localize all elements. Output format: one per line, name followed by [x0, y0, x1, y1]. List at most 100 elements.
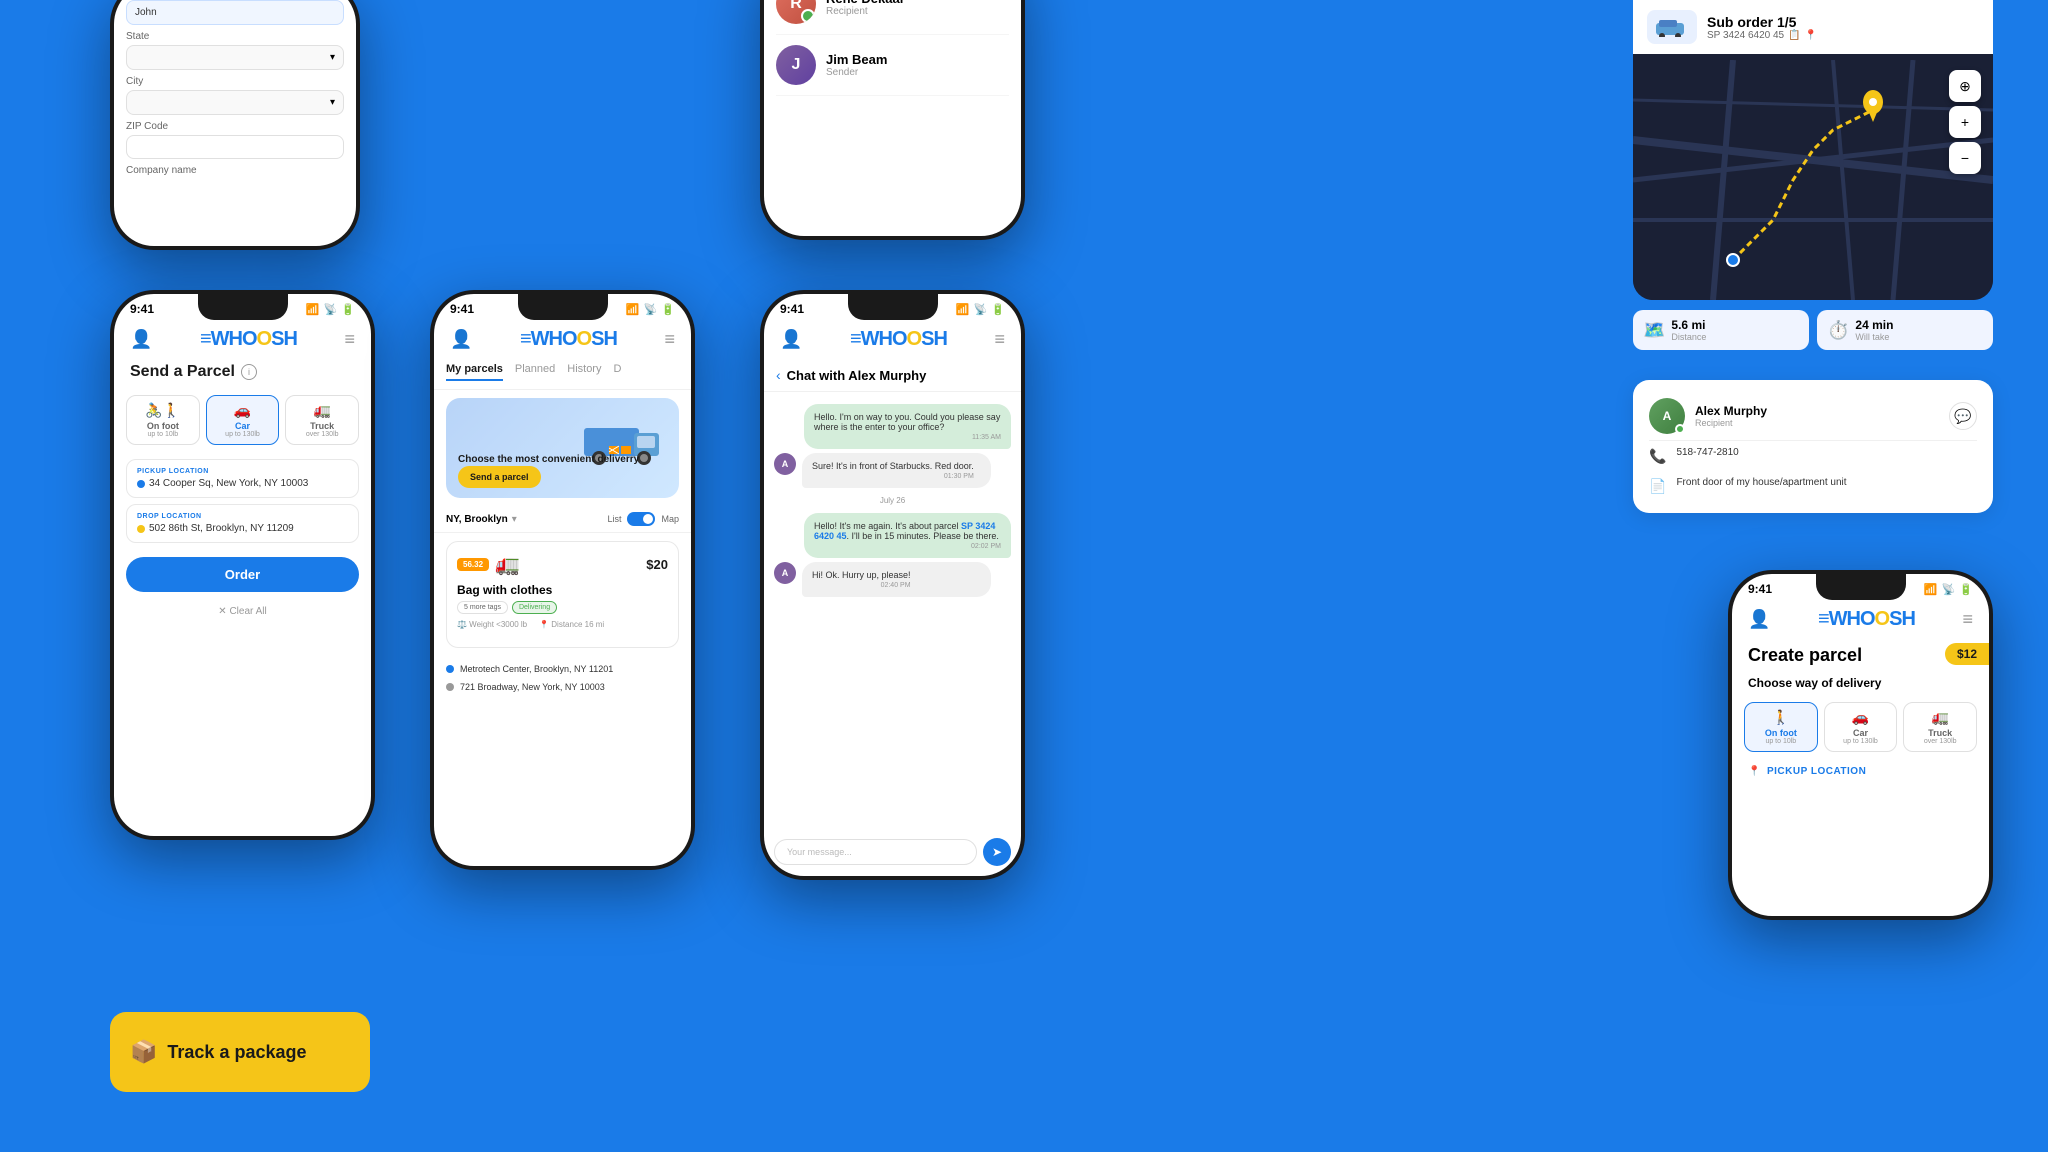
app-header-phone6: 👤 ≡WHOOSH ≡ [1732, 600, 1989, 639]
sub-order-title: Sub order 1/5 [1707, 14, 1817, 30]
filter-view: List Map [607, 512, 679, 526]
truck-btn-phone6[interactable]: 🚛 Truck over 130lb [1903, 702, 1977, 752]
truck-sub-phone6: over 130lb [1908, 738, 1972, 745]
filter-location: NY, Brooklyn [446, 514, 508, 525]
location-item-2: 721 Broadway, New York, NY 10003 [446, 678, 679, 696]
menu-icon-phone2[interactable]: ≡ [344, 329, 355, 350]
tab-d[interactable]: D [613, 363, 621, 381]
people-list: R Rene Dekaar Recipient J Jim Beam Sende… [764, 0, 1021, 104]
notch-phone3 [518, 294, 608, 320]
view-toggle[interactable] [627, 512, 655, 526]
tab-planned[interactable]: Planned [515, 363, 555, 381]
foot-icon: 🚴🚶 [131, 402, 195, 419]
time-box: ⏱️ 24 min Will take [1817, 310, 1993, 350]
first-name-input[interactable]: John [126, 0, 344, 25]
contact-row: A Alex Murphy Recipient 💬 [1649, 392, 1977, 441]
parcel-meta: ⚖️ Weight <3000 lb 📍 Distance 16 mi [457, 620, 668, 629]
online-indicator [1675, 424, 1685, 434]
foot-btn-phone6[interactable]: 🚶 On foot up to 10lb [1744, 702, 1818, 752]
foot-icon-phone6: 🚶 [1749, 709, 1813, 726]
avatar-received-2: A [774, 562, 796, 584]
zip-label: ZIP Code [126, 121, 344, 132]
logo-phone5: ≡WHOOSH [850, 328, 947, 351]
msg-text-1: Hello. I'm on way to you. Could you plea… [814, 412, 1000, 432]
delivery-car-btn[interactable]: 🚗 Car up to 130lb [206, 395, 280, 445]
state-label: State [126, 31, 344, 42]
message-input[interactable]: Your message... [774, 839, 977, 865]
distance-panel: 🗺️ 5.6 mi Distance ⏱️ 24 min Will take [1633, 310, 1993, 362]
back-btn[interactable]: ‹ [776, 367, 781, 383]
clear-all[interactable]: ✕ Clear All [114, 600, 371, 623]
location-list: Metrotech Center, Brooklyn, NY 11201 721… [434, 656, 691, 700]
profile-icon-phone6[interactable]: 👤 [1748, 609, 1770, 630]
track-banner[interactable]: 📦 Track a package [110, 1012, 370, 1092]
locate-btn[interactable]: ⊕ [1949, 70, 1981, 102]
contact-avatar: A [1649, 398, 1685, 434]
profile-icon-phone2[interactable]: 👤 [130, 329, 152, 350]
location-pin-icon[interactable]: 📍 [1805, 30, 1817, 41]
order-id-text: SP 3424 6420 45 [1707, 30, 1784, 41]
loc-dot-2 [446, 683, 454, 691]
foot-sub: up to 10lb [131, 431, 195, 438]
parcel-link[interactable]: SP 3424 6420 45 [814, 521, 995, 541]
profile-icon-phone3[interactable]: 👤 [450, 329, 472, 350]
send-parcel-title: Send a Parcel [130, 363, 235, 381]
menu-icon-phone5[interactable]: ≡ [994, 329, 1005, 350]
send-button[interactable]: ➤ [983, 838, 1011, 866]
msg-text-received-2: Hi! Ok. Hurry up, please! [812, 570, 911, 580]
location-text-1: Metrotech Center, Brooklyn, NY 11201 [460, 664, 613, 674]
delivery-foot-btn[interactable]: 🚴🚶 On foot up to 10lb [126, 395, 200, 445]
sub-order-header: Sub order 1/5 SP 3424 6420 45 📋 📍 [1633, 0, 1993, 54]
order-id: SP 3424 6420 45 📋 📍 [1707, 30, 1817, 41]
notch-phone6 [1816, 574, 1906, 600]
menu-icon-phone3[interactable]: ≡ [664, 329, 675, 350]
truck-label: Truck [290, 421, 354, 431]
parcel-id: 56.32 [457, 558, 489, 571]
city-label: City [126, 76, 344, 87]
tag-delivering: Delivering [512, 601, 557, 614]
profile-icon-phone5[interactable]: 👤 [780, 329, 802, 350]
status-icons-phone3: 📶📡🔋 [626, 303, 675, 316]
time-phone5: 9:41 [780, 302, 804, 316]
clear-all-text: Clear All [229, 606, 266, 617]
tab-my-parcels[interactable]: My parcels [446, 363, 503, 381]
app-header-phone2: 👤 ≡WHOOSH ≡ [114, 320, 371, 359]
pickup-dot [137, 480, 145, 488]
msg-sent-1: Hello. I'm on way to you. Could you plea… [804, 404, 1011, 449]
menu-icon-phone6[interactable]: ≡ [1962, 609, 1973, 630]
order-button[interactable]: Order [126, 557, 359, 592]
car-btn-phone6[interactable]: 🚗 Car up to 130lb [1824, 702, 1898, 752]
location-item-1: Metrotech Center, Brooklyn, NY 11201 [446, 660, 679, 678]
avatar-rene: R [776, 0, 816, 24]
zoom-out-btn[interactable]: − [1949, 142, 1981, 174]
logo-phone2: ≡WHOOSH [200, 328, 297, 351]
chat-icon[interactable]: 💬 [1949, 402, 1977, 430]
zip-input[interactable] [126, 135, 344, 159]
distance-meta: 📍 Distance 16 mi [539, 620, 604, 629]
delivery-truck-btn[interactable]: 🚛 Truck over 130lb [285, 395, 359, 445]
weight-meta: ⚖️ Weight <3000 lb [457, 620, 527, 629]
tag-more: 5 more tags [457, 601, 508, 614]
city-dropdown[interactable]: ▾ [126, 90, 344, 115]
notch-phone5 [848, 294, 938, 320]
parcel-header: 56.32 🚛 $20 [457, 552, 668, 577]
car-icon-phone6: 🚗 [1829, 709, 1893, 726]
app-header-phone5: 👤 ≡WHOOSH ≡ [764, 320, 1021, 359]
state-dropdown[interactable]: ▾ [126, 45, 344, 70]
map-label: Map [661, 514, 679, 524]
zip-field: ZIP Code [126, 121, 344, 159]
msg-time-received-2: 02:40 PM [812, 582, 911, 589]
send-parcel-banner-btn[interactable]: Send a parcel [458, 466, 541, 488]
create-parcel-title: Create parcel [1748, 645, 1862, 665]
copy-icon[interactable]: 📋 [1788, 30, 1800, 41]
truck-icon: 🚛 [290, 402, 354, 419]
contact-panel: A Alex Murphy Recipient 💬 📞 518-747-2810… [1633, 380, 1993, 513]
tab-history[interactable]: History [567, 363, 601, 381]
logo-phone3: ≡WHOOSH [520, 328, 617, 351]
time-phone6: 9:41 [1748, 582, 1772, 596]
parcel-card[interactable]: 56.32 🚛 $20 Bag with clothes 5 more tags… [446, 541, 679, 648]
distance-label: Distance [1671, 332, 1706, 342]
time-value: 24 min [1855, 318, 1893, 332]
msg-bubble-received-2: Hi! Ok. Hurry up, please! 02:40 PM [802, 562, 991, 597]
zoom-in-btn[interactable]: + [1949, 106, 1981, 138]
